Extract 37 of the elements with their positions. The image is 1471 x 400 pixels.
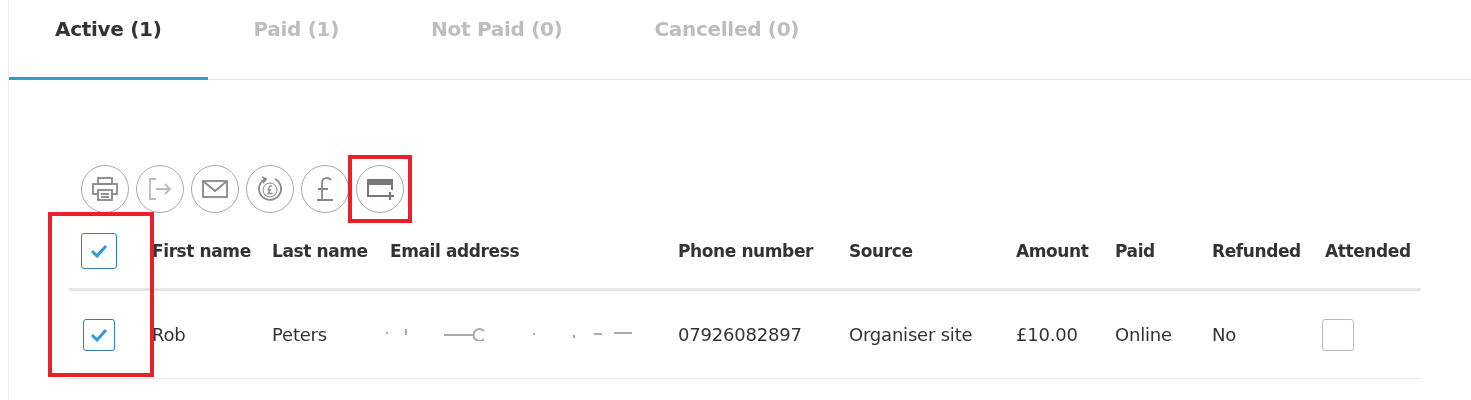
envelope-icon bbox=[202, 180, 228, 198]
printer-icon bbox=[92, 177, 118, 201]
circular-pound-icon bbox=[256, 175, 284, 203]
select-all-checkbox[interactable] bbox=[81, 232, 117, 269]
column-header: Attended bbox=[1324, 240, 1412, 261]
table-cell-text: Online bbox=[1114, 324, 1173, 345]
toolbar-button[interactable] bbox=[246, 165, 294, 213]
tab[interactable]: Active (1) bbox=[9, 0, 208, 80]
table-cell-text: 07926082897 bbox=[677, 324, 803, 345]
column-header: Phone number bbox=[677, 240, 815, 261]
attended-checkbox[interactable] bbox=[1322, 318, 1354, 351]
toolbar-button[interactable] bbox=[136, 165, 184, 213]
table-cell-text: Organiser site bbox=[848, 324, 974, 345]
column-header: Email address bbox=[389, 240, 521, 261]
toolbar-button[interactable] bbox=[301, 165, 349, 213]
toolbar-button[interactable] bbox=[356, 165, 404, 213]
checkmark-icon bbox=[90, 327, 108, 342]
column-header: Amount bbox=[1015, 240, 1090, 261]
column-header: Refunded bbox=[1211, 240, 1302, 261]
pound-icon bbox=[315, 176, 335, 202]
table-cell-text: No bbox=[1211, 324, 1238, 345]
column-header: Source bbox=[848, 240, 914, 261]
table-cell-text: Peters bbox=[271, 324, 328, 345]
card-plus-icon bbox=[366, 177, 394, 201]
tab[interactable]: Paid (1) bbox=[207, 0, 386, 80]
table-cell-text: £10.00 bbox=[1015, 324, 1079, 345]
toolbar-button[interactable] bbox=[81, 165, 129, 213]
tab[interactable]: Cancelled (0) bbox=[608, 0, 846, 80]
tab[interactable]: Not Paid (0) bbox=[385, 0, 609, 80]
row-checkbox[interactable] bbox=[83, 318, 115, 351]
column-header: Last name bbox=[271, 240, 369, 261]
toolbar-button[interactable] bbox=[191, 165, 239, 213]
column-header: First name bbox=[151, 240, 252, 261]
exit-arrow-icon bbox=[148, 178, 172, 200]
checkmark-icon bbox=[90, 243, 108, 258]
column-header: Paid bbox=[1114, 240, 1156, 261]
table-cell-text: Rob bbox=[151, 324, 187, 345]
